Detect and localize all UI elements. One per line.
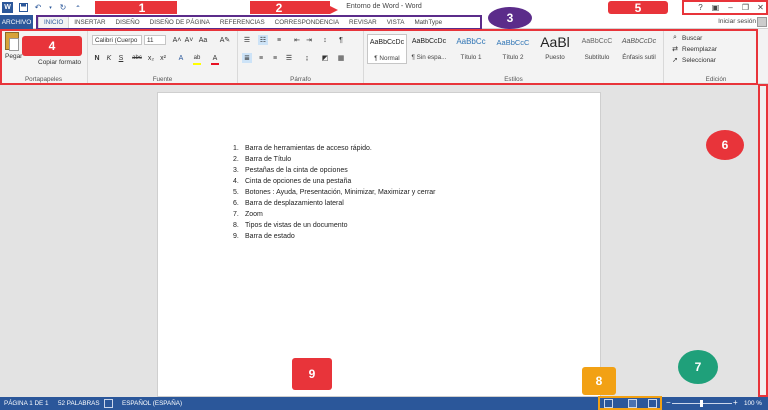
- list-item: 3. Pestañas de la cinta de opciones: [233, 167, 348, 174]
- list-item: 2. Barra de Título: [233, 156, 292, 163]
- annotation-7-badge: 7: [678, 350, 718, 384]
- list-item: 9. Barra de estado: [233, 233, 295, 240]
- list-item: 1. Barra de herramientas de acceso rápido…: [233, 145, 372, 152]
- zoom-level[interactable]: 100 %: [744, 400, 762, 407]
- signin-link[interactable]: Iniciar sesión: [718, 18, 756, 25]
- page-count[interactable]: PÁGINA 1 DE 1: [4, 400, 48, 407]
- annotation-5-frame: [682, 0, 768, 15]
- annotation-3-frame: [36, 15, 482, 30]
- zoom-slider-thumb[interactable]: [700, 400, 703, 407]
- annotation-6-frame: [758, 84, 768, 397]
- tab-archivo[interactable]: ARCHIVO: [0, 15, 33, 29]
- list-item: 8. Tipos de vistas de un documento: [233, 222, 348, 229]
- annotation-2-arrow: [330, 6, 338, 14]
- proofing-icon[interactable]: [104, 399, 113, 408]
- list-item: 5. Botones : Ayuda, Presentación, Minimiz…: [233, 189, 436, 196]
- avatar[interactable]: [757, 17, 767, 27]
- annotation-2-label: 2: [275, 0, 283, 15]
- annotation-2-bar: [250, 1, 330, 14]
- document-list: 1. Barra de herramientas de acceso rápido…: [233, 145, 436, 244]
- language-status[interactable]: ESPAÑOL (ESPAÑA): [122, 400, 182, 407]
- document-area: 1. Barra de herramientas de acceso rápido…: [0, 84, 768, 397]
- annotation-9-badge: 9: [292, 358, 332, 390]
- annotation-3-badge: 3: [488, 7, 532, 29]
- annotation-8-frame: [598, 396, 662, 410]
- list-item: 6. Barra de desplazamiento lateral: [233, 200, 344, 207]
- zoom-out-button[interactable]: −: [666, 398, 671, 407]
- annotation-8-badge: 8: [582, 367, 616, 395]
- annotation-1-label: 1: [138, 0, 146, 15]
- word-count[interactable]: 52 PALABRAS: [58, 400, 100, 407]
- document-page[interactable]: 1. Barra de herramientas de acceso rápido…: [157, 92, 601, 397]
- annotation-6-badge: 6: [706, 130, 744, 160]
- annotation-5-badge: 5: [608, 1, 668, 15]
- annotation-4-frame: [0, 29, 758, 85]
- zoom-in-button[interactable]: +: [733, 398, 738, 407]
- list-item: 7. Zoom: [233, 211, 263, 218]
- list-item: 4. Cinta de opciones de una pestaña: [233, 178, 352, 185]
- annotation-4-badge: 4: [22, 36, 82, 56]
